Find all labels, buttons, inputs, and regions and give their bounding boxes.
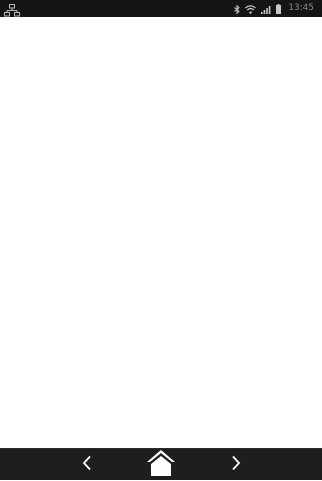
back-button[interactable] — [72, 449, 102, 481]
status-indicators: 13:45 — [233, 0, 315, 18]
network-icon — [4, 2, 20, 17]
blank-content-area — [0, 17, 322, 448]
navigation-bar — [0, 448, 322, 480]
signal-icon — [260, 0, 271, 18]
forward-icon — [231, 455, 241, 475]
home-icon — [146, 450, 176, 480]
forward-button[interactable] — [221, 449, 251, 481]
bluetooth-icon — [233, 0, 240, 18]
status-bar: 13:45 — [0, 0, 322, 17]
status-time: 13:45 — [288, 3, 314, 13]
home-button[interactable] — [142, 449, 180, 481]
back-icon — [82, 455, 92, 475]
battery-icon — [275, 0, 281, 18]
wifi-icon — [244, 0, 256, 18]
